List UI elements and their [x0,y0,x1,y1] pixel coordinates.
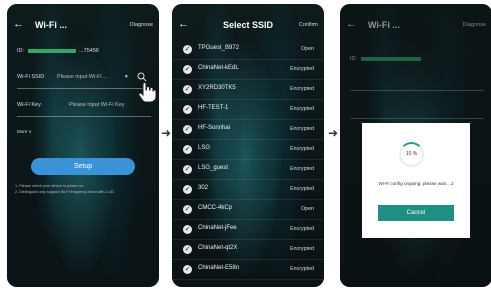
ssid-security: Encrypted [290,66,314,72]
check-icon: ✓ [183,65,192,74]
ssid-list-item[interactable]: ✓ 302 Encrypted [172,180,324,200]
phone-screen-config-progress: ← Wi-Fi ... Diagnose ID: 10 % Wi-Fi conf… [340,4,491,287]
id-value: ...75456 [79,48,99,54]
ssid-list-item[interactable]: ✓ ChinaNet-kEdL Encrypted [172,60,324,80]
ssid-security: Encrypted [290,106,314,112]
check-icon: ✓ [183,105,192,114]
ssid-name: XY2RD30TK5 [198,85,236,91]
check-icon: ✓ [183,245,192,254]
confirm-button[interactable]: Confirm [299,22,318,28]
ssid-security: Encrypted [290,186,314,192]
ssid-label: Wi-Fi SSID [17,74,45,80]
page-title: Wi-Fi ... [35,20,67,30]
check-icon: ✓ [183,265,192,274]
ssid-list-item[interactable]: ✓ TPGuest_B972 Open [172,40,324,60]
ssid-name: ChinaNet-kEdL [198,65,239,71]
ssid-name: HF-Sonnhai [198,125,231,131]
id-label: ID: [17,48,25,54]
chevron-down-icon[interactable]: ▾ [125,74,128,80]
key-label: Wi-Fi Key [17,102,41,108]
device-id-row: ID: ...75456 [17,48,151,60]
phone-screen-wifi-setup: ← Wi-Fi ... Diagnose ID: ...75456 Wi-Fi … [7,4,159,287]
ssid-name: LSG_guest [198,165,229,171]
back-icon[interactable]: ← [13,18,24,30]
progress-message: Wi-Fi config ongoing, please wait ...2 [378,181,454,186]
check-icon: ✓ [183,165,192,174]
ssid-name: LSG [198,145,211,151]
check-icon: ✓ [183,145,192,154]
progress-indicator: 10 % [399,142,424,167]
ssid-name: TPGuest_B972 [198,45,240,51]
arrow-right-icon: ➜ [161,126,172,140]
ssid-security: Encrypted [290,166,314,172]
note-line-1: 1. Please check your device is power on. [15,184,84,188]
ssid-row[interactable]: Wi-Fi SSID Please input Wi-Fi ... ▾ [17,72,151,86]
ssid-security: Encrypted [290,226,314,232]
ssid-list-item[interactable]: ✓ ChinaNet-E58n Encrypted [172,260,324,280]
more-toggle[interactable]: More ∨ [17,129,151,141]
phone-screen-select-ssid: ← Select SSID Confirm ✓ TPGuest_B972 Ope… [172,4,324,287]
ssid-list-item[interactable]: ✓ XY2RD30TK5 Encrypted [172,80,324,100]
key-input[interactable]: Please input Wi-Fi Key [69,102,125,108]
ssid-security: Encrypted [290,246,314,252]
header: ← Select SSID Confirm [172,17,324,35]
ssid-name: CMCC-4kCp [198,205,233,211]
ssid-list-item[interactable]: ✓ HF-Sonnhai Encrypted [172,120,324,140]
ssid-name: ChinaNet-E58n [198,265,240,271]
check-icon: ✓ [183,125,192,134]
setup-button[interactable]: Setup [31,158,135,175]
check-icon: ✓ [183,185,192,194]
ssid-name: 302 [198,185,209,191]
check-icon: ✓ [183,85,192,94]
ssid-security: Encrypted [290,126,314,132]
id-redacted [27,48,76,53]
ssid-list-item[interactable]: ✓ LSG_guest Encrypted [172,160,324,180]
ssid-list-item[interactable]: ✓ LSG Encrypted [172,140,324,160]
divider [17,88,151,89]
divider [17,116,151,117]
arrow-right-icon: ➜ [328,126,339,140]
ssid-security: Open [301,206,314,212]
ssid-list-item[interactable]: ✓ HF-TEST-1 Encrypted [172,100,324,120]
cancel-button[interactable]: Cancel [378,205,454,221]
header: ← Wi-Fi ... Diagnose [7,17,159,35]
ssid-name: ChinaNet-qt2X [198,245,238,251]
diagnose-button[interactable]: Diagnose [130,22,153,28]
ssid-security: Encrypted [290,146,314,152]
ssid-name: HF-TEST-1 [198,105,229,111]
ssid-list-item[interactable]: ✓ ChinaNet-qt2X Encrypted [172,240,324,260]
ssid-security: Encrypted [290,86,314,92]
note-line-2: 2. Distinguish only support Wi-Fi freque… [15,190,115,194]
ssid-name: ChinaNet-jFee [198,225,237,231]
ssid-list-item[interactable]: ✓ CMCC-4kCp Open [172,200,324,220]
ssid-security: Encrypted [290,266,314,272]
status-bar [180,7,316,15]
progress-dialog: 10 % Wi-Fi config ongoing, please wait .… [362,123,470,238]
check-icon: ✓ [183,225,192,234]
check-icon: ✓ [183,45,192,54]
ssid-security: Open [301,46,314,52]
ssid-input[interactable]: Please input Wi-Fi ... [57,74,108,80]
check-icon: ✓ [183,205,192,214]
status-bar [15,7,151,15]
key-row[interactable]: Wi-Fi Key Please input Wi-Fi Key [17,102,151,114]
ssid-list-item[interactable]: ✓ ChinaNet-jFee Encrypted [172,220,324,240]
